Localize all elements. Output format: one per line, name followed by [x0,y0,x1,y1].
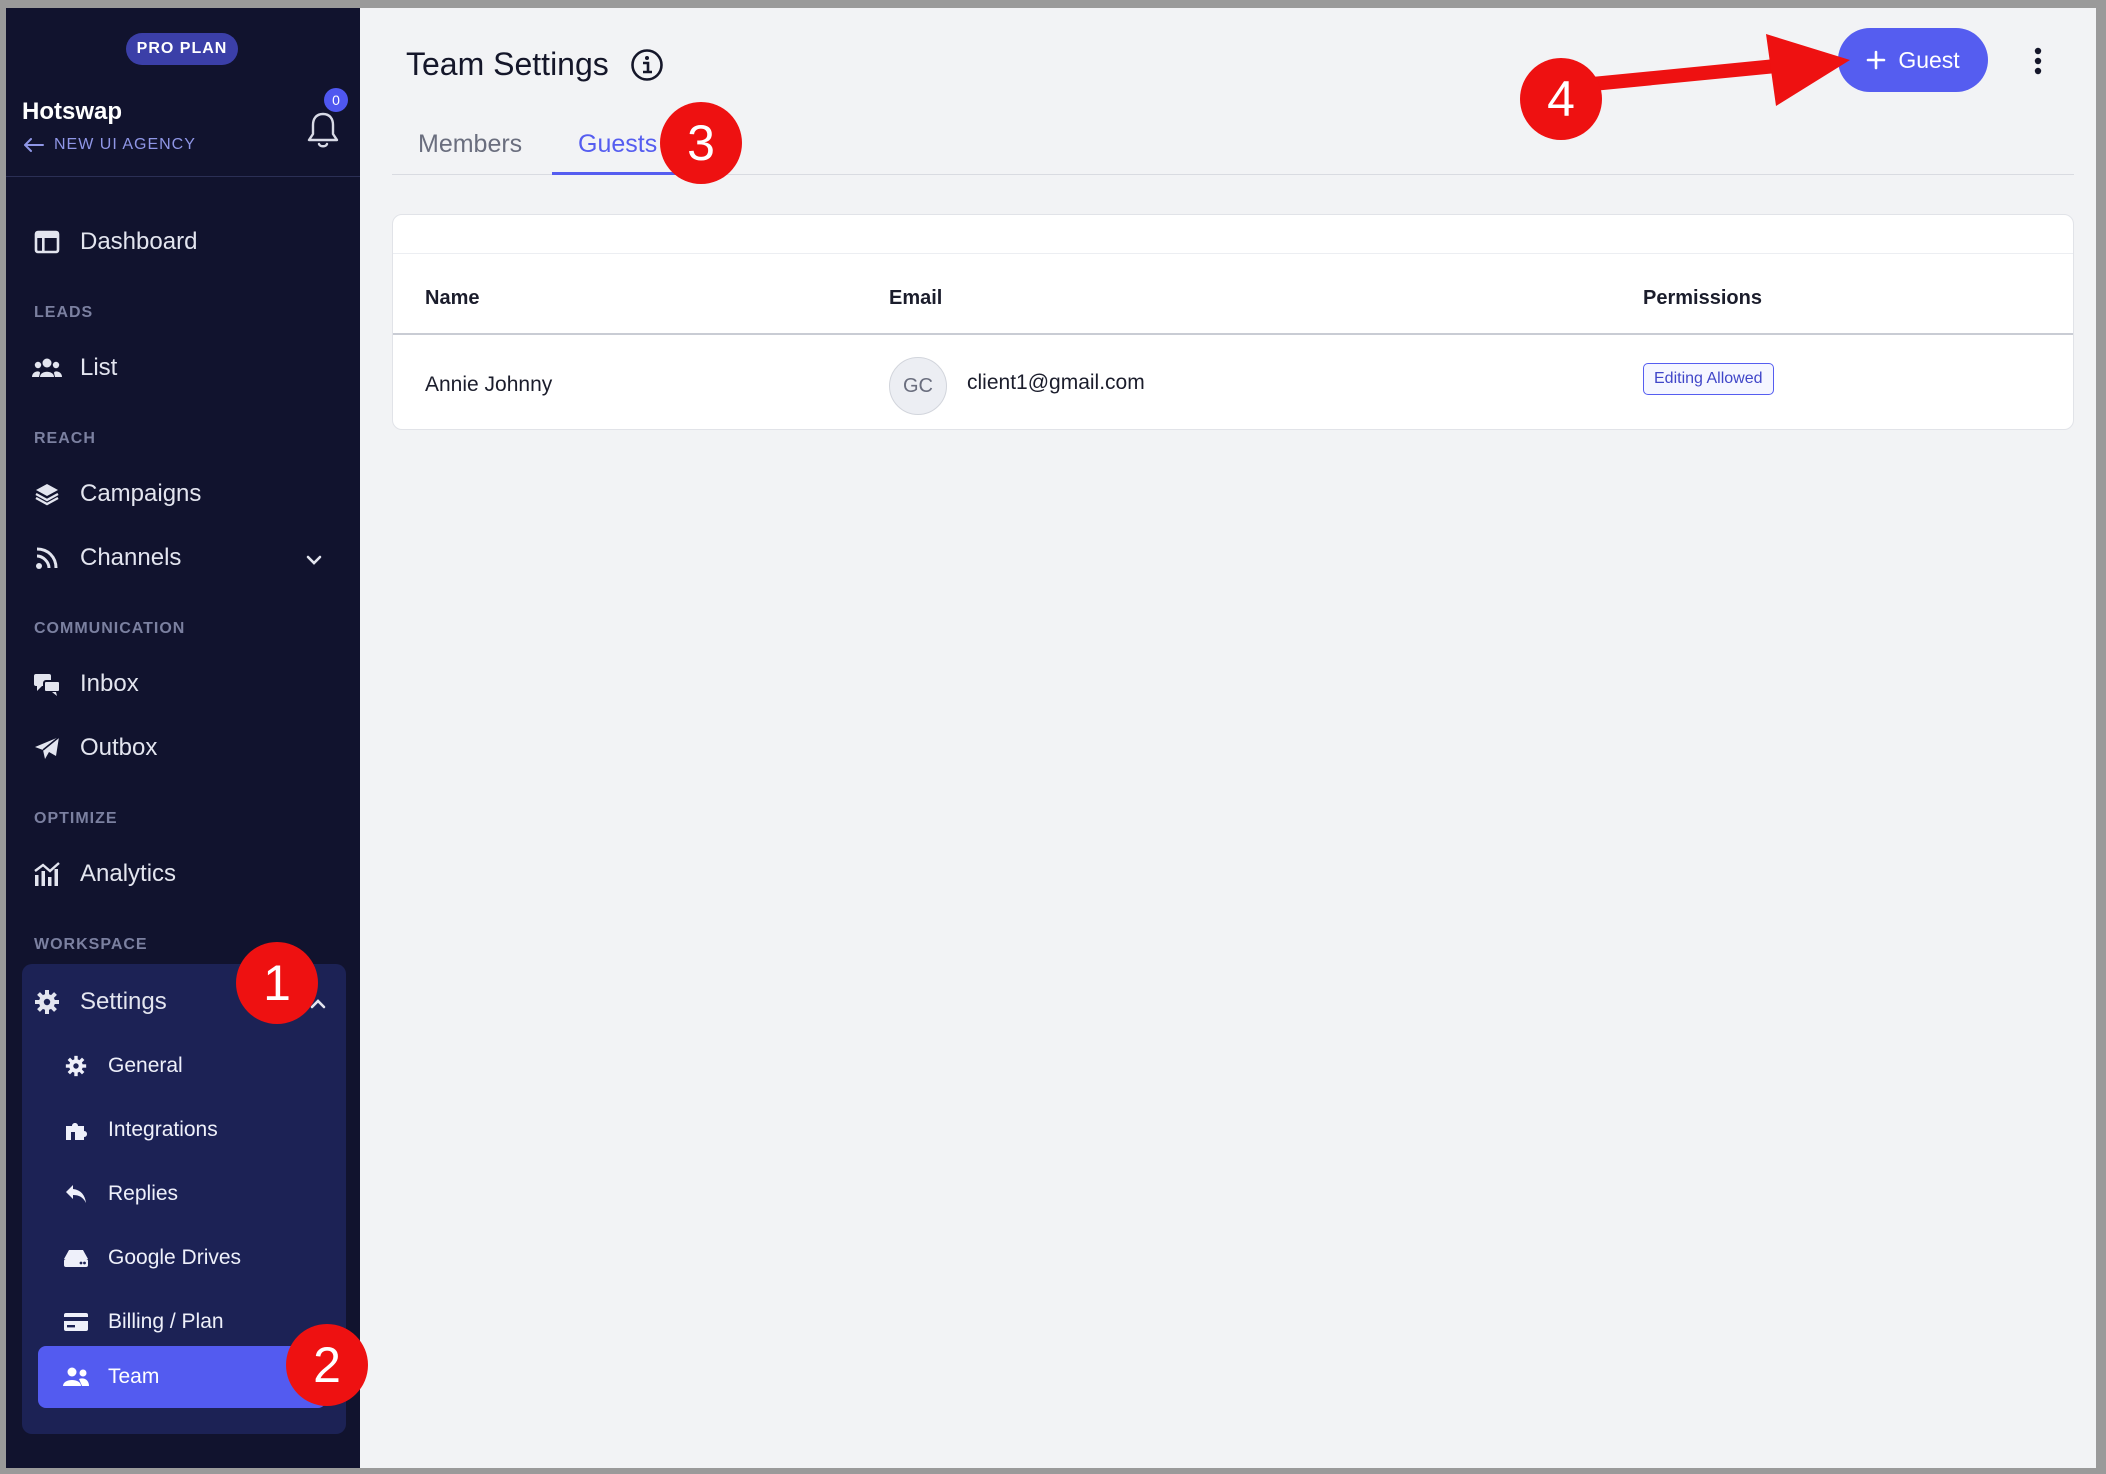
settings-integrations[interactable]: Integrations [62,1110,218,1150]
column-header-permissions: Permissions [1643,287,1762,309]
hard-drive-icon [62,1244,90,1272]
active-tab-indicator [552,172,688,175]
header-divider [393,333,2073,335]
users-icon [32,353,62,383]
rss-icon [32,543,62,573]
puzzle-icon [62,1116,90,1144]
nav-inbox-label: Inbox [80,670,139,697]
agency-back-link[interactable]: NEW UI AGENCY [24,136,196,154]
chevron-down-icon[interactable] [304,550,324,570]
section-communication: COMMUNICATION [34,620,186,637]
add-guest-label: Guest [1898,46,1960,73]
nav-dashboard[interactable]: Dashboard [32,220,197,264]
annotation-arrow [1566,34,1850,106]
layers-icon [32,479,62,509]
nav-outbox[interactable]: Outbox [32,726,157,770]
settings-replies[interactable]: Replies [62,1174,178,1214]
app-window: PRO PLAN Hotswap NEW UI AGENCY 0 Dashboa… [6,8,2096,1468]
settings-google-drives[interactable]: Google Drives [62,1238,241,1278]
nav-settings[interactable]: Settings [32,980,167,1024]
guest-email: client1@gmail.com [967,371,1145,394]
settings-billing[interactable]: Billing / Plan [62,1302,224,1342]
column-header-name: Name [425,287,480,309]
workspace-name: Hotswap [22,98,123,125]
arrow-left-icon [24,138,44,152]
settings-google-drives-label: Google Drives [108,1246,242,1269]
nav-channels[interactable]: Channels [32,536,181,580]
section-leads: LEADS [34,304,94,321]
annotation-marker-2: 2 [286,1324,368,1406]
section-reach: REACH [34,430,96,447]
analytics-icon [32,859,62,889]
agency-name: NEW UI AGENCY [54,136,196,153]
nav-dashboard-label: Dashboard [80,228,198,255]
settings-general-label: General [108,1054,183,1077]
annotation-marker-3: 3 [660,102,742,184]
permission-badge: Editing Allowed [1643,363,1774,395]
column-header-email: Email [889,287,943,309]
users-icon [62,1367,90,1387]
nav-outbox-label: Outbox [80,734,158,761]
nav-list-label: List [80,354,118,381]
nav-settings-label: Settings [80,988,167,1015]
section-optimize: OPTIMIZE [34,810,118,827]
nav-analytics-label: Analytics [80,860,177,887]
tab-guests[interactable]: Guests [578,130,657,159]
settings-integrations-label: Integrations [108,1118,218,1141]
guests-table: Name Email Permissions Annie Johnny GC c… [392,214,2074,430]
avatar: GC [889,357,947,415]
settings-team[interactable]: Team [38,1346,326,1408]
plus-icon [1867,50,1886,70]
section-workspace: WORKSPACE [34,936,148,953]
nav-campaigns-label: Campaigns [80,480,202,507]
bell-icon[interactable] [306,110,340,150]
reply-icon [62,1180,90,1208]
info-icon[interactable] [630,48,664,82]
credit-card-icon [62,1308,90,1336]
more-options-icon[interactable] [2028,44,2048,78]
notification-count-badge: 0 [324,88,348,112]
sidebar: PRO PLAN Hotswap NEW UI AGENCY 0 Dashboa… [6,8,360,1468]
page-title: Team Settings [406,46,609,82]
nav-campaigns[interactable]: Campaigns [32,472,201,516]
settings-team-label: Team [108,1365,160,1388]
dashboard-icon [32,227,62,257]
sidebar-divider [6,176,360,177]
plan-badge: PRO PLAN [126,33,238,65]
chat-icon [32,669,62,699]
gear-icon [32,987,62,1017]
settings-general[interactable]: General [62,1046,183,1086]
nav-list[interactable]: List [32,346,117,390]
nav-analytics[interactable]: Analytics [32,852,176,896]
tab-members[interactable]: Members [418,130,522,159]
paper-plane-icon [32,733,62,763]
annotation-marker-1: 1 [236,942,318,1024]
nav-channels-label: Channels [80,544,182,571]
annotation-marker-4: 4 [1520,58,1602,140]
guest-name: Annie Johnny [425,373,553,396]
card-divider [393,253,2073,254]
nav-inbox[interactable]: Inbox [32,662,139,706]
settings-replies-label: Replies [108,1182,179,1205]
settings-billing-label: Billing / Plan [108,1310,224,1333]
gear-icon [62,1052,90,1080]
